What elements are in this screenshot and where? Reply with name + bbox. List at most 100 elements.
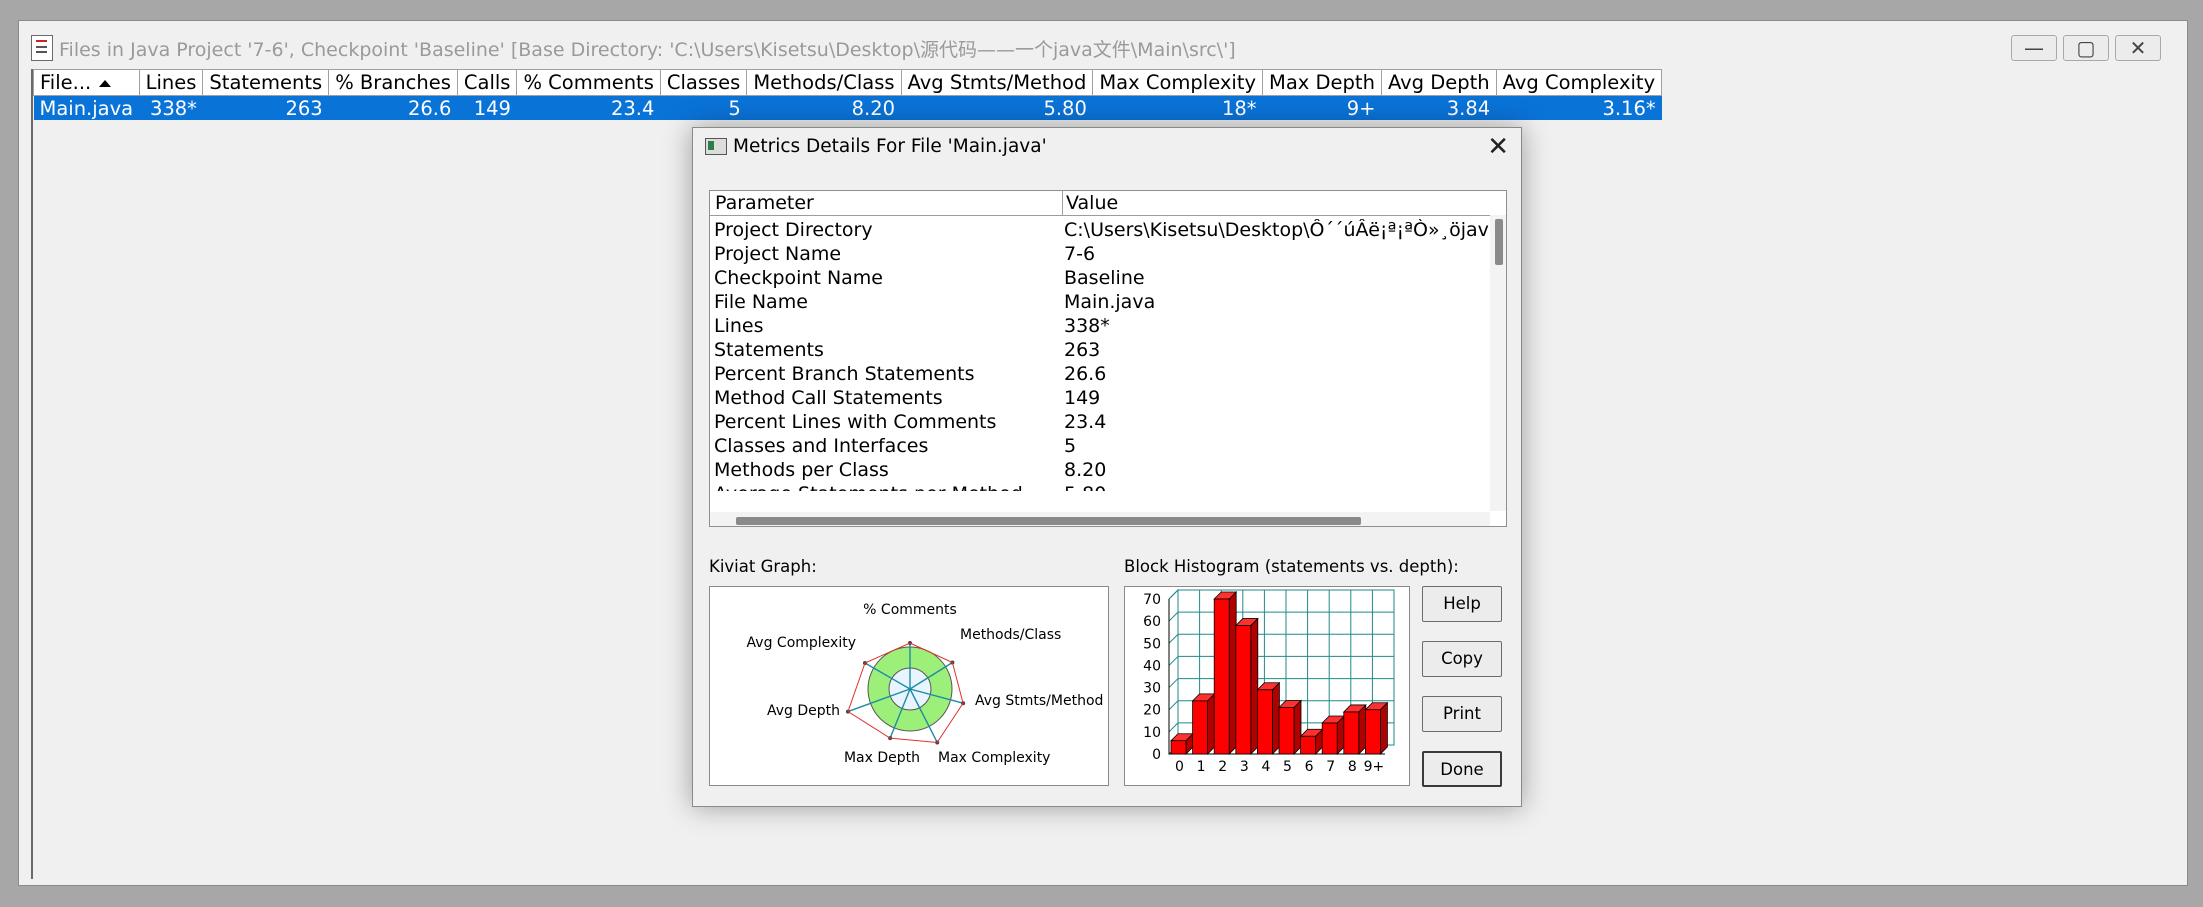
parameter-name: Percent Branch Statements bbox=[714, 363, 975, 385]
parameter-name: Project Directory bbox=[714, 219, 873, 241]
column-divider[interactable] bbox=[1062, 191, 1063, 215]
histogram-bar-front bbox=[1235, 625, 1252, 755]
list-item[interactable]: Percent Branch Statements 26.6 bbox=[710, 363, 1490, 387]
parameter-value: 7-6 bbox=[1064, 243, 1096, 265]
column-header-value[interactable]: Value bbox=[1066, 192, 1118, 214]
list-item[interactable]: Classes and Interfaces 5 bbox=[710, 435, 1490, 459]
histogram-x-tick: 6 bbox=[1305, 759, 1314, 775]
parameter-value: C:\Users\Kisetsu\Desktop\Ô´´úÂë¡ª¡ªÒ»¸öj… bbox=[1064, 219, 1490, 241]
column-header-parameter[interactable]: Parameter bbox=[715, 192, 814, 214]
histogram-svg: 7060504030201000 1 2 3 4 5 6 7 8 9+ bbox=[1143, 588, 1395, 775]
table-cell[interactable]: 3.84 bbox=[1381, 95, 1497, 120]
table-cell[interactable]: 23.4 bbox=[516, 95, 661, 120]
print-button[interactable]: Print bbox=[1422, 696, 1502, 732]
parameter-name: Project Name bbox=[714, 243, 842, 265]
minimize-button[interactable]: — bbox=[2011, 35, 2057, 61]
histogram-bar-side bbox=[1271, 681, 1280, 755]
list-item[interactable]: Statements 263 bbox=[710, 339, 1490, 363]
parameter-name: File Name bbox=[714, 291, 808, 313]
column-header-max-complexity[interactable]: Max Complexity bbox=[1092, 69, 1264, 96]
parameter-name: Statements bbox=[714, 339, 824, 361]
column-header-max-depth[interactable]: Max Depth bbox=[1262, 69, 1382, 96]
block-histogram: 70 60 50 40 30 20 10 0 0 1 2 3 4 5 6 7 8 9+ bbox=[1124, 586, 1410, 786]
table-cell[interactable]: 149 bbox=[457, 95, 517, 120]
column-header-file[interactable]: File... bbox=[33, 69, 140, 96]
window-title: Files in Java Project '7-6', Checkpoint … bbox=[59, 39, 1236, 61]
histogram-bar-side bbox=[1207, 692, 1215, 755]
histogram-bar bbox=[1299, 728, 1324, 755]
histogram-bar-front bbox=[1278, 707, 1295, 755]
table-cell[interactable]: 8.20 bbox=[746, 95, 902, 120]
histogram-bar-side bbox=[1358, 703, 1367, 755]
list-item[interactable]: Methods per Class 8.20 bbox=[710, 459, 1490, 483]
histogram-bar bbox=[1364, 701, 1389, 755]
maximize-button[interactable]: ▢ bbox=[2063, 35, 2109, 61]
horizontal-scroll-thumb[interactable] bbox=[736, 517, 1361, 525]
parameter-name: Average Statements per Method bbox=[714, 483, 1023, 491]
list-item[interactable]: Project Directory C:\Users\Kisetsu\Deskto… bbox=[710, 219, 1490, 243]
column-header-classes[interactable]: Classes bbox=[659, 69, 748, 96]
file-metrics-table: File... Lines Statements % Branches Call… bbox=[33, 69, 1663, 120]
table-cell[interactable]: 5 bbox=[660, 95, 747, 120]
table-cell[interactable]: 26.6 bbox=[328, 95, 458, 120]
parameter-value: Main.java bbox=[1064, 291, 1156, 313]
histogram-y-tick: 60 bbox=[1143, 614, 1161, 630]
table-cell[interactable]: 3.16* bbox=[1496, 95, 1662, 120]
dialog-close-icon[interactable]: ✕ bbox=[1487, 132, 1509, 162]
metrics-list[interactable]: Parameter Value Project Directory C:\User… bbox=[709, 190, 1507, 527]
column-header-branches[interactable]: % Branches bbox=[328, 69, 458, 96]
histogram-y-tick: 10 bbox=[1143, 725, 1161, 741]
kiviat-axis-label: Avg Depth bbox=[767, 703, 840, 719]
histogram-bar-front bbox=[1364, 709, 1381, 755]
histogram-bar bbox=[1342, 703, 1367, 755]
block-histogram-label: Block Histogram (statements vs. depth): bbox=[1124, 557, 1459, 576]
list-item[interactable]: Lines 338* bbox=[710, 315, 1490, 339]
list-item[interactable]: Checkpoint Name Baseline bbox=[710, 267, 1490, 291]
histogram-x-tick: 0 bbox=[1175, 759, 1184, 775]
column-header-comments[interactable]: % Comments bbox=[516, 69, 661, 96]
parameter-value: 5.80 bbox=[1064, 483, 1106, 491]
histogram-bar-front bbox=[1192, 700, 1208, 755]
kiviat-graph: % Comments Methods/Class Avg Stmts/Method M… bbox=[709, 586, 1109, 786]
parameter-name: Lines bbox=[714, 315, 764, 337]
dialog-title: Metrics Details For File 'Main.java' bbox=[733, 136, 1047, 157]
list-item[interactable]: Method Call Statements 149 bbox=[710, 387, 1490, 411]
histogram-y-tick: 30 bbox=[1143, 681, 1161, 697]
table-cell[interactable]: 5.80 bbox=[901, 95, 1093, 120]
close-button[interactable]: ✕ bbox=[2115, 35, 2161, 61]
histogram-bar-front bbox=[1256, 689, 1273, 755]
parameter-name: Methods per Class bbox=[714, 459, 889, 481]
histogram-y-tick: 40 bbox=[1143, 658, 1161, 674]
histogram-side-wall bbox=[1168, 588, 1179, 756]
parameter-name: Method Call Statements bbox=[714, 387, 943, 409]
column-header-avg-stmts-per-method[interactable]: Avg Stmts/Method bbox=[900, 69, 1094, 96]
histogram-bar bbox=[1234, 617, 1259, 755]
list-item[interactable]: File Name Main.java bbox=[710, 291, 1490, 315]
column-header-avg-complexity[interactable]: Avg Complexity bbox=[1495, 69, 1663, 96]
column-header-calls[interactable]: Calls bbox=[456, 69, 518, 96]
horizontal-scrollbar[interactable] bbox=[710, 512, 1490, 526]
column-header-avg-depth[interactable]: Avg Depth bbox=[1380, 69, 1497, 96]
vertical-scrollbar[interactable] bbox=[1490, 215, 1506, 511]
column-header-methods-per-class[interactable]: Methods/Class bbox=[746, 69, 902, 96]
vertical-scroll-thumb[interactable] bbox=[1495, 219, 1503, 265]
list-item[interactable]: Percent Lines with Comments 23.4 bbox=[710, 411, 1490, 435]
column-header-statements[interactable]: Statements bbox=[202, 69, 330, 96]
table-cell[interactable]: 338* bbox=[139, 95, 203, 120]
help-button[interactable]: Help bbox=[1422, 586, 1502, 622]
table-row-selected[interactable]: Main.java 338* 263 26.6 149 23.4 5 8.20 … bbox=[33, 95, 1662, 120]
table-cell[interactable]: 18* bbox=[1092, 95, 1263, 120]
list-item[interactable]: Project Name 7-6 bbox=[710, 243, 1490, 267]
table-cell[interactable]: 263 bbox=[202, 95, 329, 120]
list-item[interactable]: Average Statements per Method 5.80 bbox=[710, 483, 1490, 491]
table-cell[interactable]: Main.java bbox=[33, 95, 140, 120]
parameter-value: 263 bbox=[1064, 339, 1101, 361]
title-bar[interactable]: Files in Java Project '7-6', Checkpoint … bbox=[19, 21, 2187, 73]
column-header-lines[interactable]: Lines bbox=[138, 69, 204, 96]
histogram-bar-side bbox=[1228, 591, 1237, 755]
copy-button[interactable]: Copy bbox=[1422, 641, 1502, 677]
parameter-value: 26.6 bbox=[1064, 363, 1107, 385]
table-cell[interactable]: 9+ bbox=[1262, 95, 1382, 120]
metrics-list-header: Parameter Value bbox=[710, 191, 1506, 216]
done-button[interactable]: Done bbox=[1422, 751, 1502, 787]
